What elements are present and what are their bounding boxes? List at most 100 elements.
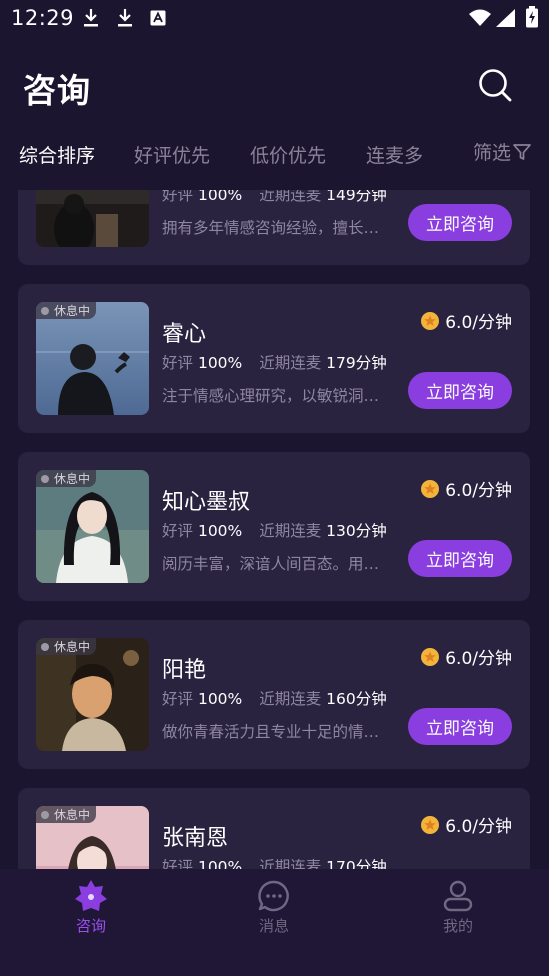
- status-dot: [41, 642, 49, 651]
- search-button[interactable]: [476, 66, 514, 104]
- calls-label: 近期连麦: [259, 690, 322, 708]
- status-bar: 12:29: [0, 0, 549, 36]
- price-text: 6.0/分钟: [445, 481, 512, 501]
- avatar: 休息中: [36, 638, 149, 751]
- calls-value: 149分钟: [326, 190, 387, 204]
- rating-label: 好评: [162, 858, 194, 869]
- rating-label: 好评: [162, 354, 194, 372]
- status-time: 12:29: [11, 6, 75, 30]
- consult-button[interactable]: 立即咨询: [408, 204, 512, 241]
- consult-button[interactable]: 立即咨询: [408, 372, 512, 409]
- status-text: 休息中: [54, 640, 91, 654]
- consult-button[interactable]: 立即咨询: [408, 540, 512, 577]
- counselor-card[interactable]: 休息中 知心墨叔 6.0/分钟 好评 100% 近期连麦 130分钟 阅历丰富，…: [18, 452, 530, 601]
- tab-filter[interactable]: 筛选: [473, 138, 532, 165]
- status-dot: [41, 474, 49, 483]
- counselor-name: 睿心: [162, 322, 207, 347]
- counselor-stats: 好评 100% 近期连麦 179分钟: [162, 351, 387, 373]
- status-text: 休息中: [54, 304, 91, 318]
- rating-value: 100%: [197, 858, 243, 869]
- calls-label: 近期连麦: [259, 190, 322, 204]
- calls-value: 170分钟: [326, 858, 387, 869]
- rating-label: 好评: [162, 190, 194, 204]
- download-icon: [118, 9, 132, 27]
- rating-value: 100%: [197, 354, 243, 372]
- nav-messages[interactable]: 消息: [229, 879, 319, 936]
- calls-value: 160分钟: [326, 690, 387, 708]
- counselor-description: 阅历丰富，深谙人间百态。用心倾听你的故事: [162, 555, 394, 573]
- counselor-price: 6.0/分钟: [421, 476, 512, 501]
- tab-good-rating[interactable]: 好评优先: [134, 141, 210, 168]
- status-badge: 休息中: [36, 302, 97, 319]
- star-flower-icon: [75, 880, 107, 911]
- status-badge: 休息中: [36, 806, 97, 823]
- avatar: 休息中: [36, 470, 149, 583]
- counselor-name: 张南恩: [162, 826, 229, 851]
- calls-label: 近期连麦: [259, 522, 322, 540]
- status-text: 休息中: [54, 472, 91, 486]
- counselor-list: 好评 100% 近期连麦 149分钟 拥有多年情感咨询经验，擅长倾听与疏导 立即…: [0, 190, 549, 869]
- avatar: 休息中: [36, 806, 149, 869]
- tab-comprehensive[interactable]: 综合排序: [19, 141, 95, 168]
- bottom-navigation: 咨询 消息 我的: [0, 869, 549, 976]
- counselor-name: 知心墨叔: [162, 490, 251, 515]
- font-notification-icon: [150, 10, 166, 26]
- wifi-icon: [469, 9, 491, 26]
- price-text: 6.0/分钟: [445, 313, 512, 333]
- consult-button[interactable]: 立即咨询: [408, 708, 512, 745]
- calls-label: 近期连麦: [259, 354, 322, 372]
- avatar: [36, 190, 149, 247]
- chat-bubble-icon: [258, 880, 289, 912]
- status-badge: 休息中: [36, 470, 97, 487]
- price-text: 6.0/分钟: [445, 817, 512, 837]
- nav-label: 我的: [442, 917, 473, 935]
- avatar: 休息中: [36, 302, 149, 415]
- counselor-price: 6.0/分钟: [421, 644, 512, 669]
- counselor-card[interactable]: 休息中 阳艳 6.0/分钟 好评 100% 近期连麦 160分钟 做你青春活力且…: [18, 620, 530, 769]
- nav-label: 消息: [258, 917, 289, 935]
- counselor-price: 6.0/分钟: [421, 812, 512, 837]
- calls-label: 近期连麦: [259, 858, 322, 869]
- counselor-card[interactable]: 休息中 张南恩 6.0/分钟 好评 100% 近期连麦 170分钟: [18, 788, 530, 869]
- rating-label: 好评: [162, 690, 194, 708]
- counselor-description: 拥有多年情感咨询经验，擅长倾听与疏导: [162, 219, 394, 237]
- counselor-card[interactable]: 休息中 睿心 6.0/分钟 好评 100% 近期连麦 179分钟 注于情感心理研…: [18, 284, 530, 433]
- tab-low-price[interactable]: 低价优先: [250, 141, 326, 168]
- status-text: 休息中: [54, 808, 91, 822]
- calls-value: 179分钟: [326, 354, 387, 372]
- counselor-stats: 好评 100% 近期连麦 130分钟: [162, 519, 387, 541]
- counselor-description: 做你青春活力且专业十足的情感顾问: [162, 723, 394, 741]
- counselor-card[interactable]: 好评 100% 近期连麦 149分钟 拥有多年情感咨询经验，擅长倾听与疏导 立即…: [18, 190, 530, 265]
- status-dot: [41, 810, 49, 819]
- person-icon: [443, 880, 473, 912]
- battery-charging-icon: [526, 6, 538, 28]
- counselor-stats: 好评 100% 近期连麦 149分钟: [162, 190, 387, 205]
- counselor-name: 阳艳: [162, 658, 207, 683]
- filter-label: 筛选: [473, 142, 512, 164]
- counselor-price: 6.0/分钟: [421, 308, 512, 333]
- counselor-description: 注于情感心理研究，以敏锐洞察力帮助你: [162, 387, 394, 405]
- status-dot: [41, 306, 49, 315]
- search-icon: [479, 69, 512, 102]
- tab-most-calls[interactable]: 连麦多: [366, 141, 423, 168]
- rating-value: 100%: [197, 522, 243, 540]
- page-title: 咨询: [23, 71, 91, 110]
- nav-consult[interactable]: 咨询: [46, 879, 136, 936]
- calls-value: 130分钟: [326, 522, 387, 540]
- counselor-stats: 好评 100% 近期连麦 170分钟: [162, 855, 387, 869]
- coin-star-icon: [421, 815, 440, 834]
- coin-star-icon: [421, 311, 440, 330]
- filter-funnel-icon: [513, 143, 531, 160]
- coin-star-icon: [421, 647, 440, 666]
- sort-tabs: 综合排序 好评优先 低价优先 连麦多 筛选: [0, 136, 549, 176]
- rating-value: 100%: [197, 190, 243, 204]
- price-text: 6.0/分钟: [445, 649, 512, 669]
- nav-label: 咨询: [75, 917, 106, 935]
- counselor-stats: 好评 100% 近期连麦 160分钟: [162, 687, 387, 709]
- rating-label: 好评: [162, 522, 194, 540]
- status-badge: 休息中: [36, 638, 97, 655]
- coin-star-icon: [421, 479, 440, 498]
- download-icon: [84, 9, 98, 27]
- signal-icon: [496, 9, 515, 27]
- nav-profile[interactable]: 我的: [413, 879, 503, 936]
